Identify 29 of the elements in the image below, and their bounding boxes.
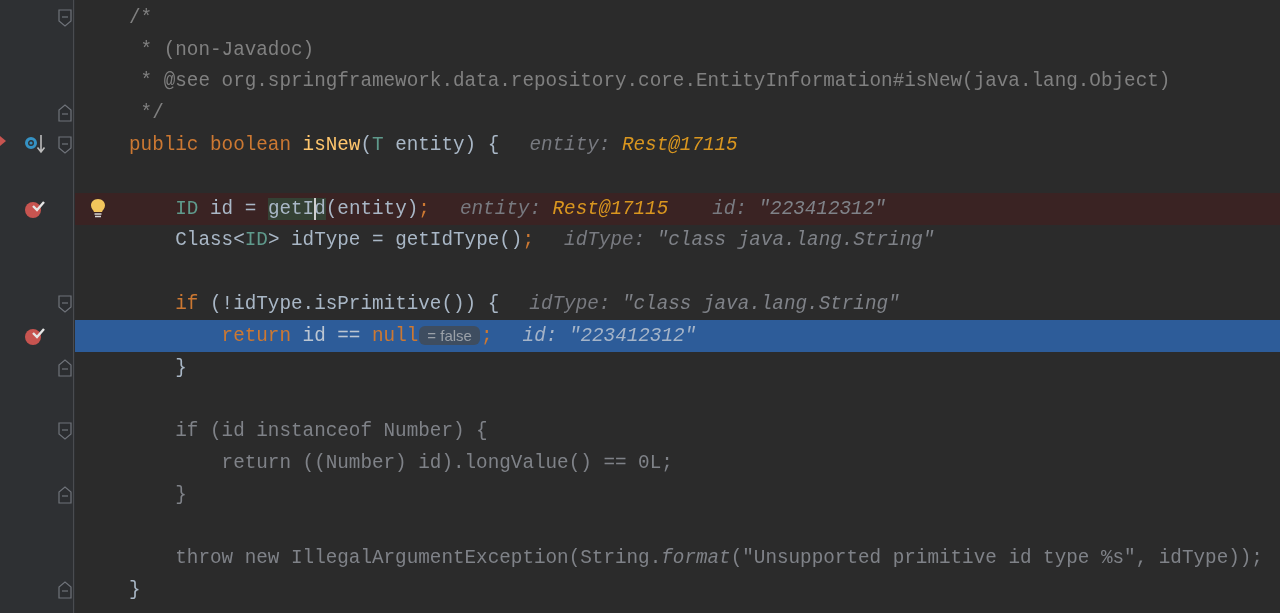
code-line: */ (139, 102, 164, 125)
code-line: return ((Number) id).longValue() == 0L; (220, 452, 673, 475)
code-line: ; (480, 324, 493, 347)
inline-debug-value: idType: "class java.lang.String" (564, 229, 935, 252)
code-line: } (174, 483, 187, 506)
code-line: /* (129, 6, 153, 29)
code-line: public boolean isNew(T entity) { (129, 134, 500, 157)
code-line: * (non-Javadoc) (139, 38, 315, 61)
inline-debug-value: entity: Rest@17115 (529, 134, 738, 157)
inline-debug-value: id: "223412312" (712, 197, 886, 220)
code-line: } (129, 579, 141, 602)
fold-icon[interactable] (58, 8, 72, 27)
inline-debug-value: id: "223412312" (522, 324, 697, 347)
inline-debug-value: idType: "class java.lang.String" (529, 293, 900, 316)
inline-value: = false (419, 326, 480, 346)
code-line: * @see org.springframework.data.repository.core.EntityInformation#isNew(java.lang.Object) (139, 70, 1171, 93)
arrow-tip-icon (0, 136, 6, 146)
code-line: if (!idType.isPrimitive()) { (174, 293, 500, 316)
code-line: return id == null (220, 324, 419, 347)
fold-icon[interactable] (58, 295, 72, 314)
code-line: } (174, 356, 187, 379)
lightbulb-icon[interactable] (90, 197, 106, 220)
code-line: if (id instanceof Number) { (174, 420, 488, 443)
inline-debug-value: entity: Rest@17115 (459, 197, 669, 220)
code-line: Class<ID> idType = getIdType(); (174, 229, 534, 252)
fold-icon[interactable] (58, 136, 72, 155)
code-line: throw new IllegalArgumentException(String.format("Unsupported primitive id type %s", idType)); (174, 547, 1263, 570)
execution-point-icon[interactable] (24, 135, 46, 156)
fold-icon[interactable] (58, 422, 72, 441)
